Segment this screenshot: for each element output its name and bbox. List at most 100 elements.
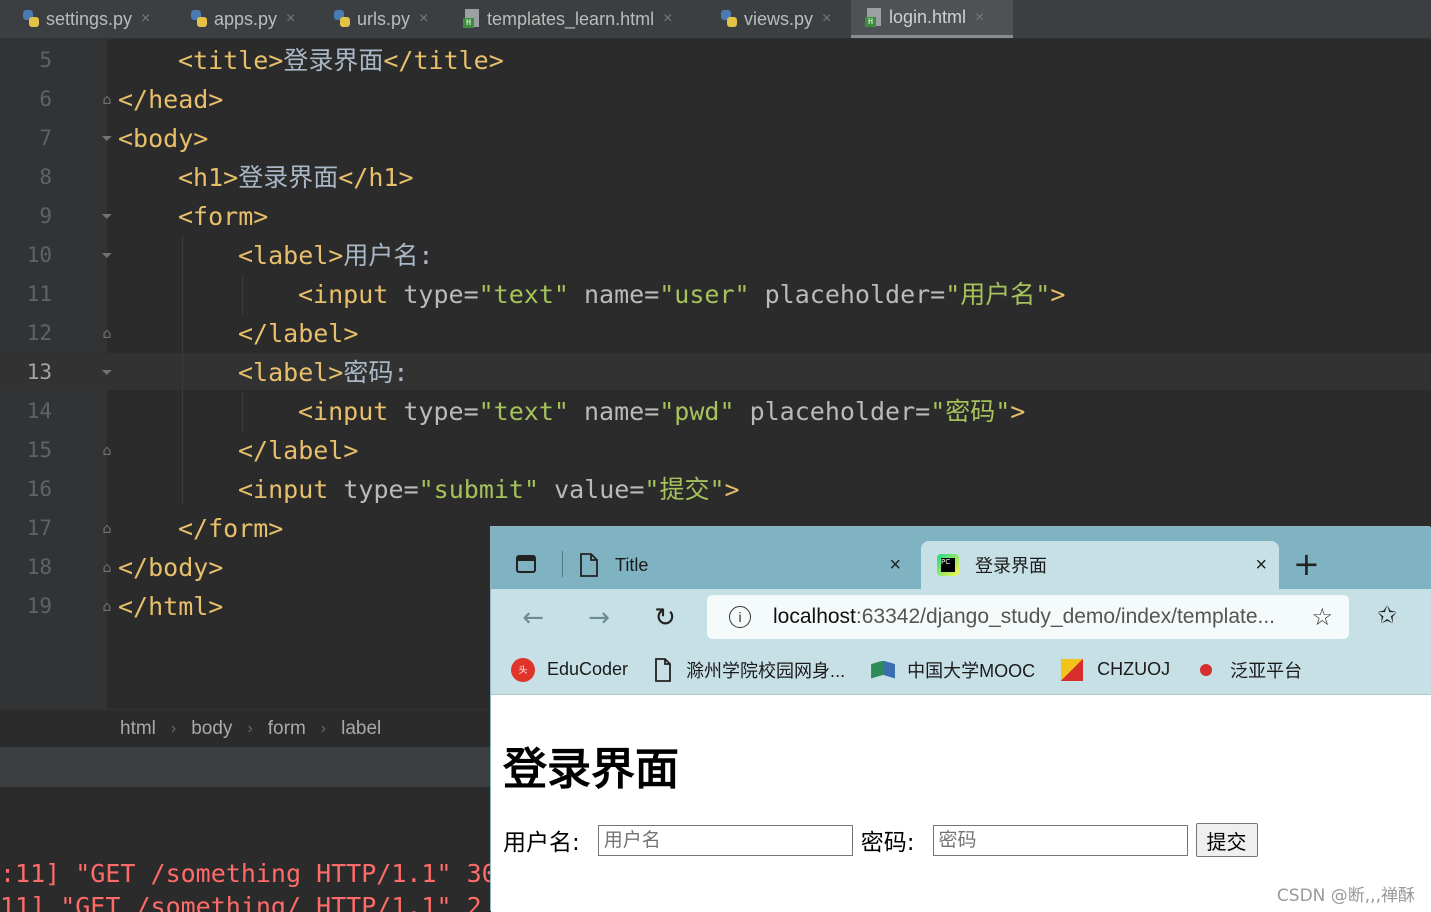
line-number: 19 — [26, 594, 52, 618]
code-line-9: <form> — [178, 202, 269, 231]
fold-end-icon[interactable]: ⌂ — [99, 443, 115, 459]
fanya-icon — [1200, 663, 1213, 676]
breadcrumb-separator: › — [247, 719, 253, 737]
fold-end-icon[interactable]: ⌂ — [99, 92, 115, 108]
close-icon[interactable]: × — [286, 10, 295, 28]
line-number: 11 — [26, 282, 52, 306]
file-tab-label: settings.py — [46, 8, 133, 29]
file-tab-label: templates_learn.html — [487, 8, 655, 29]
fold-end-icon[interactable]: ⌂ — [99, 560, 115, 576]
fold-end-icon[interactable]: ⌂ — [99, 521, 115, 537]
favorites-icon[interactable]: ✩ — [1377, 601, 1397, 629]
bookmarks-bar: 头 EduCoder 滁州学院校园网身... 中国大学MOOC CHZUOJ 泛… — [491, 645, 1431, 695]
breadcrumb-item[interactable]: html — [120, 718, 156, 740]
fold-start-icon[interactable]: ⏷ — [99, 209, 115, 225]
add-favorite-icon[interactable]: ☆ — [1311, 603, 1333, 632]
page-icon — [580, 553, 598, 577]
fold-end-icon[interactable]: ⌂ — [99, 599, 115, 615]
bookmark-label: 泛亚平台 — [1230, 660, 1303, 681]
file-tab-login[interactable]: H login.html × — [851, 0, 1013, 38]
line-number: 17 — [26, 516, 52, 540]
line-number: 14 — [26, 399, 52, 423]
bookmark-chuzhou[interactable]: 滁州学院校园网身... — [654, 657, 845, 683]
submit-button[interactable]: 提交 — [1195, 823, 1258, 857]
chzuoj-icon — [1061, 658, 1084, 681]
close-icon[interactable]: × — [822, 10, 831, 28]
line-number: 9 — [39, 204, 52, 228]
tab-actions-icon[interactable] — [516, 555, 536, 573]
login-form: 用户名: 密码: 提交 — [503, 823, 1258, 857]
bookmark-educoder[interactable]: 头 EduCoder — [511, 657, 629, 682]
code-line-11: <input type="text" name="user" placehold… — [298, 280, 1066, 309]
file-tab-templates-learn[interactable]: H templates_learn.html × — [463, 0, 672, 38]
close-icon[interactable]: × — [975, 9, 984, 27]
browser-tab-label: 登录界面 — [975, 556, 1047, 576]
close-icon[interactable]: × — [141, 10, 150, 28]
breadcrumb-item[interactable]: body — [191, 718, 232, 740]
code-line-8: <h1>登录界面</h1> — [178, 163, 414, 192]
line-number: 5 — [39, 48, 52, 72]
editor-tab-bar: settings.py × apps.py × urls.py × H temp… — [0, 0, 1431, 39]
line-number: 6 — [39, 87, 52, 111]
bookmark-label: CHZUOJ — [1097, 659, 1171, 679]
refresh-icon[interactable]: ↻ — [650, 603, 680, 633]
file-tab-urls[interactable]: urls.py × — [333, 0, 428, 38]
bookmark-chzuoj[interactable]: CHZUOJ — [1061, 658, 1171, 681]
browser-toolbar: ← → ↻ i localhost:63342/django_study_dem… — [491, 589, 1431, 645]
file-tab-apps[interactable]: apps.py × — [190, 0, 295, 38]
username-input[interactable] — [597, 824, 853, 856]
line-number: 8 — [39, 165, 52, 189]
url-path: :63342/django_study_demo/index/template.… — [855, 605, 1276, 628]
password-input[interactable] — [932, 824, 1188, 856]
browser-tab-strip: Title × PC 登录界面 × + — [491, 527, 1431, 589]
url-host: localhost — [773, 605, 856, 628]
browser-window: Title × PC 登录界面 × + ← → ↻ i localhost:63… — [491, 527, 1431, 912]
file-tab-label: apps.py — [214, 8, 278, 29]
back-icon[interactable]: ← — [518, 603, 548, 633]
bookmark-fanya[interactable]: 泛亚平台 — [1196, 657, 1302, 683]
code-line-15: </label> — [238, 436, 359, 465]
indent-guide — [182, 235, 183, 505]
line-number: 16 — [26, 477, 52, 501]
indent-guide — [242, 392, 243, 432]
close-icon[interactable]: × — [889, 554, 901, 577]
address-bar[interactable]: i localhost:63342/django_study_demo/inde… — [707, 595, 1349, 639]
close-icon[interactable]: × — [663, 10, 672, 28]
file-tab-settings[interactable]: settings.py × — [22, 0, 150, 38]
code-line-19: </html> — [118, 592, 224, 621]
code-line-13: <label>密码: — [238, 358, 409, 387]
console-line: 11] "GET /something/ HTTP/1.1" 2 — [0, 892, 482, 912]
page-heading: 登录界面 — [503, 744, 679, 795]
fold-start-icon[interactable]: ⏷ — [99, 131, 115, 147]
browser-tab-title[interactable]: Title × — [573, 541, 913, 589]
current-line-highlight — [0, 353, 1431, 390]
console-line: :11] "GET /something HTTP/1.1" 30 — [0, 859, 491, 888]
file-tab-views[interactable]: views.py × — [720, 0, 831, 38]
watermark: CSDN @断,,,禅酥 — [1276, 886, 1415, 906]
close-icon[interactable]: × — [1255, 554, 1267, 577]
browser-tab-login[interactable]: PC 登录界面 × — [921, 541, 1279, 589]
bookmark-label: EduCoder — [547, 659, 629, 679]
pycharm-icon: PC — [937, 554, 959, 576]
line-number: 18 — [26, 555, 52, 579]
python-file-icon — [22, 9, 40, 29]
forward-icon[interactable]: → — [584, 603, 614, 633]
web-page-content: 登录界面 用户名: 密码: 提交 — [491, 695, 1431, 912]
breadcrumb-item[interactable]: form — [268, 718, 306, 740]
code-line-6: </head> — [118, 85, 224, 114]
bookmark-mooc[interactable]: 中国大学MOOC — [871, 657, 1035, 683]
educoder-icon: 头 — [511, 657, 535, 682]
code-line-10: <label>用户名: — [238, 241, 434, 270]
new-tab-button[interactable]: + — [1293, 545, 1320, 583]
fold-start-icon[interactable]: ⏷ — [99, 248, 115, 264]
html-file-icon: H — [865, 7, 883, 28]
html-file-icon: H — [463, 9, 481, 29]
fold-end-icon[interactable]: ⌂ — [99, 326, 115, 342]
page-icon — [655, 657, 671, 682]
fold-start-icon[interactable]: ⏷ — [99, 365, 115, 381]
breadcrumb-item[interactable]: label — [341, 718, 381, 740]
file-tab-label: login.html — [889, 7, 967, 27]
close-icon[interactable]: × — [419, 10, 428, 28]
password-label: 密码: — [860, 830, 915, 856]
code-line-5: <title>登录界面</title> — [178, 46, 504, 75]
